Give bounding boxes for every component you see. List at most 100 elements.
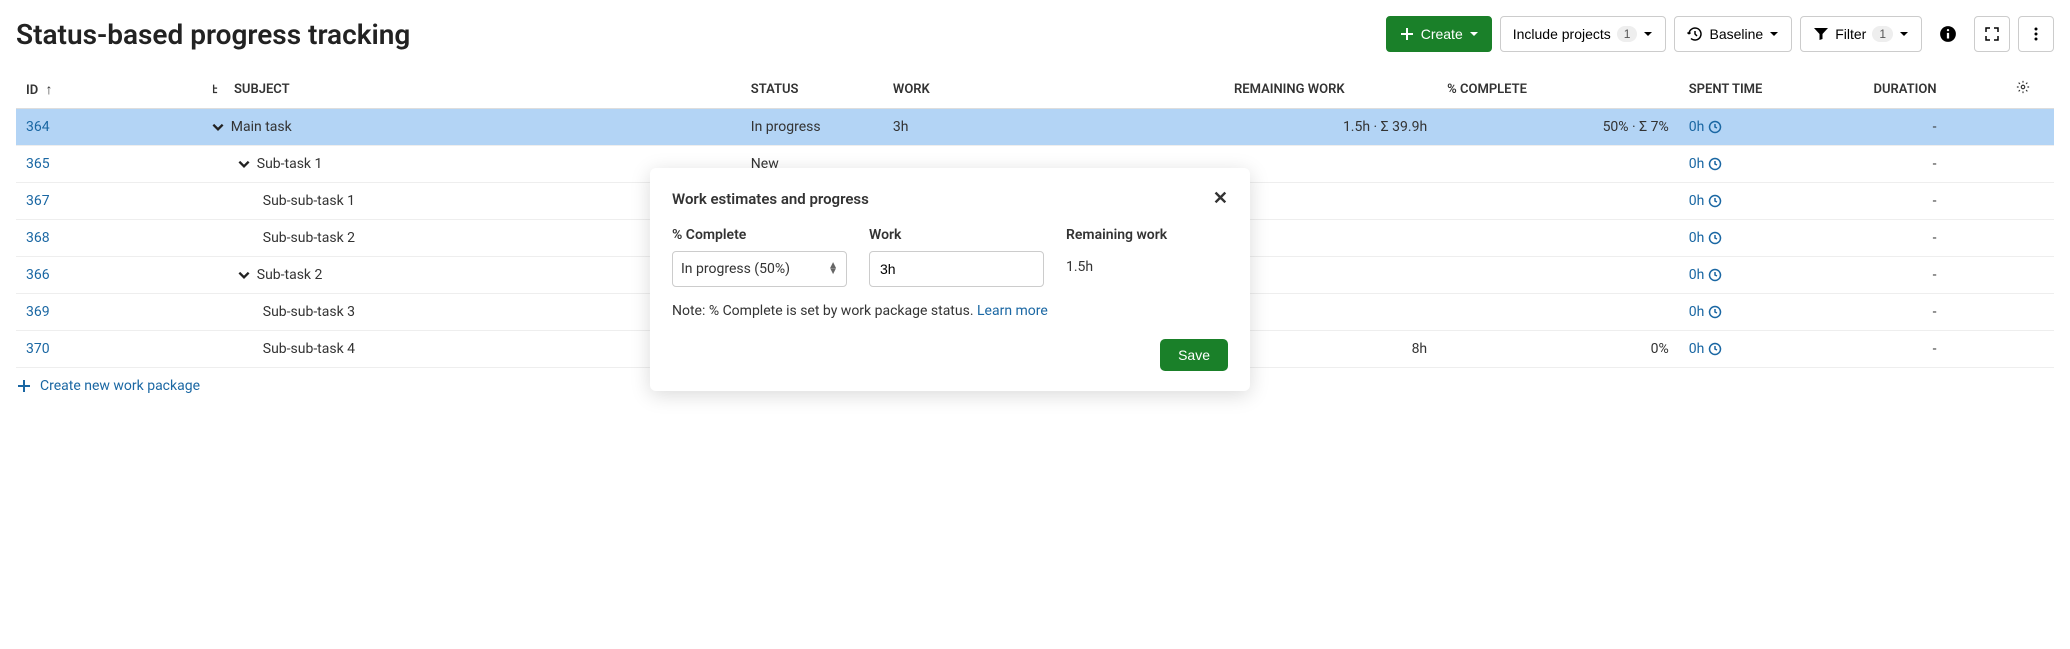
baseline-label: Baseline: [1709, 26, 1763, 42]
chevron-down-icon[interactable]: [237, 157, 251, 171]
filter-count: 1: [1872, 26, 1893, 42]
page-title: Status-based progress tracking: [16, 18, 410, 51]
column-status[interactable]: STATUS: [741, 70, 883, 109]
work-estimates-popover: Work estimates and progress ✕ % Complete…: [650, 168, 1250, 391]
filter-label: Filter: [1835, 26, 1866, 42]
info-button[interactable]: [1930, 16, 1966, 52]
row-remaining[interactable]: [1224, 146, 1437, 183]
row-remaining[interactable]: [1224, 294, 1437, 331]
row-spent[interactable]: 0h: [1689, 156, 1723, 172]
row-id[interactable]: 369: [26, 304, 50, 320]
column-subject-label: SUBJECT: [234, 82, 290, 97]
row-duration[interactable]: -: [1864, 331, 2006, 368]
row-status[interactable]: In progress: [741, 109, 883, 146]
row-spent[interactable]: 0h: [1689, 267, 1723, 283]
caret-down-icon: [1643, 29, 1653, 39]
row-spent[interactable]: 0h: [1689, 119, 1723, 135]
row-duration[interactable]: -: [1864, 146, 2006, 183]
row-remaining[interactable]: [1224, 257, 1437, 294]
row-id[interactable]: 365: [26, 156, 50, 172]
caret-down-icon: [1469, 29, 1479, 39]
table-row[interactable]: 364 Main task In progress 3h 1.5h · Σ 39…: [16, 109, 2054, 146]
clock-icon: [1708, 305, 1722, 319]
work-input[interactable]: [869, 251, 1044, 287]
row-remaining[interactable]: 1.5h · Σ 39.9h: [1224, 109, 1437, 146]
kebab-icon: [2028, 26, 2044, 42]
sort-arrow-icon: ↑: [45, 82, 52, 98]
hierarchy-icon: [211, 82, 225, 96]
create-button[interactable]: Create: [1386, 16, 1492, 52]
row-id[interactable]: 367: [26, 193, 50, 209]
clock-icon: [1708, 120, 1722, 134]
row-id[interactable]: 364: [26, 119, 50, 135]
row-complete[interactable]: 0%: [1437, 331, 1679, 368]
plus-icon: [16, 378, 32, 394]
column-duration[interactable]: DURATION: [1864, 70, 2006, 109]
row-spent[interactable]: 0h: [1689, 193, 1723, 209]
row-duration[interactable]: -: [1864, 294, 2006, 331]
column-remaining[interactable]: REMAINING WORK: [1224, 70, 1437, 109]
clock-icon: [1708, 194, 1722, 208]
row-spent[interactable]: 0h: [1689, 230, 1723, 246]
row-id[interactable]: 366: [26, 267, 50, 283]
clock-icon: [1708, 231, 1722, 245]
row-subject[interactable]: Main task: [211, 119, 731, 135]
chevron-down-icon[interactable]: [211, 120, 225, 134]
create-work-package-label: Create new work package: [40, 378, 200, 394]
filter-button[interactable]: Filter 1: [1800, 16, 1922, 52]
column-subject[interactable]: SUBJECT: [201, 70, 741, 109]
row-remaining[interactable]: [1224, 183, 1437, 220]
complete-field-label: % Complete: [672, 227, 847, 243]
popover-note-text: Note: % Complete is set by work package …: [672, 303, 977, 319]
create-label: Create: [1421, 26, 1463, 42]
learn-more-link[interactable]: Learn more: [977, 303, 1048, 319]
row-complete[interactable]: [1437, 294, 1679, 331]
row-spent[interactable]: 0h: [1689, 341, 1723, 357]
work-field-label: Work: [869, 227, 1044, 243]
row-duration[interactable]: -: [1864, 183, 2006, 220]
clock-icon: [1708, 268, 1722, 282]
gear-icon: [2016, 80, 2030, 94]
column-complete[interactable]: % COMPLETE: [1437, 70, 1679, 109]
caret-down-icon: [1769, 29, 1779, 39]
remaining-field-label: Remaining work: [1066, 227, 1167, 243]
history-icon: [1687, 26, 1703, 42]
remaining-value: 1.5h: [1066, 251, 1167, 275]
row-complete[interactable]: [1437, 183, 1679, 220]
row-remaining[interactable]: [1224, 220, 1437, 257]
row-complete[interactable]: [1437, 146, 1679, 183]
include-projects-count: 1: [1617, 26, 1638, 42]
column-spent[interactable]: SPENT TIME: [1679, 70, 1864, 109]
include-projects-button[interactable]: Include projects 1: [1500, 16, 1667, 52]
row-work[interactable]: 3h: [883, 109, 1224, 146]
row-complete[interactable]: [1437, 257, 1679, 294]
baseline-button[interactable]: Baseline: [1674, 16, 1792, 52]
column-id[interactable]: ID ↑: [16, 70, 201, 109]
row-id[interactable]: 370: [26, 341, 50, 357]
row-duration[interactable]: -: [1864, 109, 2006, 146]
row-duration[interactable]: -: [1864, 220, 2006, 257]
complete-select[interactable]: In progress (50%) ▲▼: [672, 251, 847, 287]
popover-title: Work estimates and progress: [672, 190, 869, 208]
row-complete[interactable]: [1437, 220, 1679, 257]
more-menu-button[interactable]: [2018, 16, 2054, 52]
close-icon[interactable]: ✕: [1213, 188, 1228, 209]
include-projects-label: Include projects: [1513, 26, 1611, 42]
save-button[interactable]: Save: [1160, 339, 1228, 371]
row-id[interactable]: 368: [26, 230, 50, 246]
chevron-down-icon[interactable]: [237, 268, 251, 282]
select-chevrons-icon: ▲▼: [828, 263, 838, 275]
row-complete[interactable]: 50% · Σ 7%: [1437, 109, 1679, 146]
fullscreen-button[interactable]: [1974, 16, 2010, 52]
clock-icon: [1708, 342, 1722, 356]
caret-down-icon: [1899, 29, 1909, 39]
column-work[interactable]: WORK: [883, 70, 1224, 109]
plus-icon: [1399, 26, 1415, 42]
row-remaining[interactable]: 8h: [1224, 331, 1437, 368]
fullscreen-icon: [1984, 26, 2000, 42]
clock-icon: [1708, 157, 1722, 171]
info-icon: [1939, 25, 1957, 43]
row-duration[interactable]: -: [1864, 257, 2006, 294]
row-spent[interactable]: 0h: [1689, 304, 1723, 320]
column-settings[interactable]: [2006, 70, 2054, 109]
